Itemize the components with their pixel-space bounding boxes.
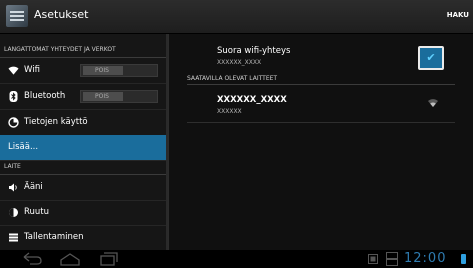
sidebar-item-sound[interactable]: Ääni: [0, 175, 166, 201]
screenshot-icon: [368, 254, 378, 264]
wifi-icon: [8, 66, 19, 75]
bluetooth-icon: [8, 91, 19, 102]
available-devices-divider: [187, 84, 455, 85]
sidebar-item-label: Tallentaminen: [24, 232, 84, 242]
action-bar: Asetukset HAKU: [0, 0, 473, 34]
battery-icon: [461, 254, 466, 264]
available-devices-header: SAATAVILLA OLEVAT LAITTEET: [187, 75, 278, 82]
wifi-toggle[interactable]: POIS: [80, 64, 158, 77]
sidebar-item-label: Bluetooth: [24, 91, 66, 101]
wifi-direct-title[interactable]: Suora wifi-yhteys: [217, 46, 290, 56]
section-header-wireless: LANGATTOMAT YHTEYDET JA VERKOT: [0, 43, 168, 58]
notification-icon: [386, 252, 398, 266]
sidebar-item-bluetooth[interactable]: Bluetooth POIS: [0, 84, 166, 110]
sidebar-item-label: Tietojen käyttö: [24, 117, 88, 127]
sidebar-item-data-usage[interactable]: Tietojen käyttö: [0, 110, 166, 136]
device-divider: [187, 122, 455, 123]
settings-icon[interactable]: [6, 5, 28, 27]
sidebar-item-label: Ruutu: [24, 207, 50, 217]
system-bar: 12:00: [0, 250, 473, 268]
sidebar-item-storage[interactable]: Tallentaminen: [0, 225, 166, 251]
wifi-direct-device-name: XXXXXX_XXXX: [217, 59, 262, 66]
status-clock: 12:00: [404, 251, 447, 266]
recent-apps-icon[interactable]: [96, 252, 120, 266]
wifi-direct-panel: Suora wifi-yhteys XXXXXX_XXXX ✔ SAATAVIL…: [169, 34, 473, 250]
back-icon[interactable]: [20, 252, 44, 266]
sidebar-item-label: Ääni: [24, 182, 43, 192]
sidebar-item-more[interactable]: Lisää...: [0, 135, 166, 161]
app-title: Asetukset: [34, 8, 89, 21]
sidebar-item-label: Lisää...: [8, 142, 39, 152]
home-icon[interactable]: [58, 252, 82, 266]
section-header-device: LAITE: [0, 160, 168, 175]
device-subtitle: XXXXXX: [217, 108, 242, 115]
sidebar-item-display[interactable]: Ruutu: [0, 200, 166, 226]
device-name: XXXXXX_XXXX: [217, 95, 287, 105]
search-button[interactable]: HAKU: [447, 11, 469, 19]
storage-icon: [8, 232, 19, 243]
settings-sidebar: LANGATTOMAT YHTEYDET JA VERKOT Wifi POIS…: [0, 34, 168, 251]
wifi-direct-checkbox[interactable]: ✔: [418, 46, 444, 70]
sidebar-item-label: Wifi: [24, 65, 40, 75]
sidebar-item-wifi[interactable]: Wifi POIS: [0, 58, 166, 84]
bluetooth-toggle[interactable]: POIS: [80, 90, 158, 103]
data-usage-icon: [8, 117, 19, 128]
checkmark-icon: ✔: [426, 51, 436, 64]
sound-icon: [8, 182, 19, 193]
display-icon: [8, 207, 19, 218]
wifi-signal-icon: [428, 99, 438, 107]
